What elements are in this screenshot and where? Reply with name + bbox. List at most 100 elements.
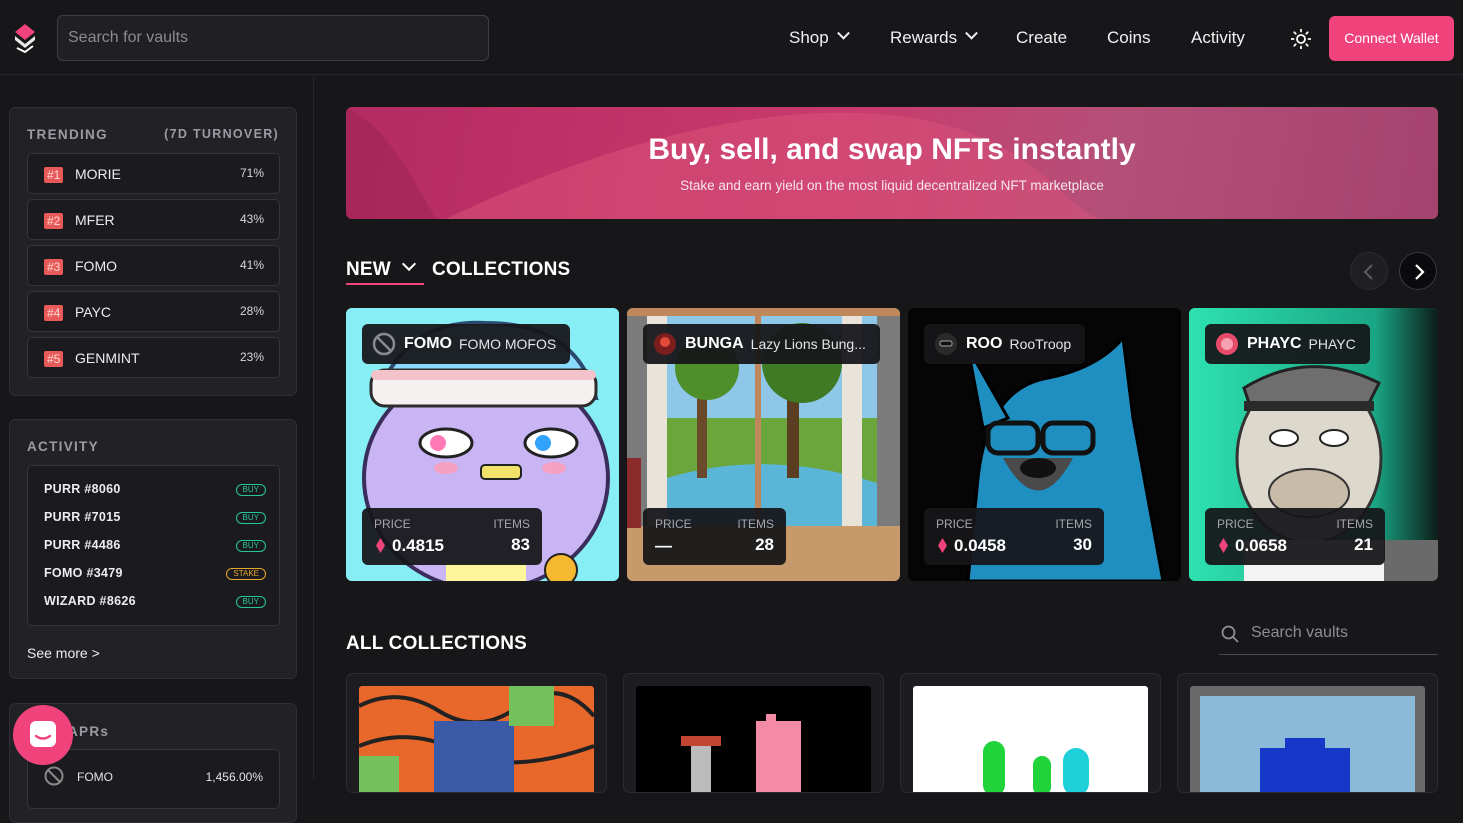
activity-item[interactable]: FOMO #3479 STAKE <box>44 566 266 582</box>
roo-avatar-icon <box>935 333 957 355</box>
collection-pill: BUNGA Lazy Lions Bung... <box>643 324 880 364</box>
price-value: 0.4815 <box>392 536 444 555</box>
collection-symbol: FOMO <box>404 335 452 352</box>
items-value: 28 <box>755 535 774 554</box>
trending-item-pct: 71% <box>239 166 264 180</box>
aprs-title: APRs <box>68 724 110 739</box>
fomo-avatar-icon <box>372 332 396 356</box>
hero-banner: Buy, sell, and swap NFTs instantly Stake… <box>346 107 1438 219</box>
activity-item-name: WIZARD #8626 <box>44 594 136 608</box>
all-collections-title: ALL COLLECTIONS <box>346 633 528 654</box>
top-header: Search for vaults Shop Rewards Create Co… <box>0 0 1463 75</box>
rank-badge: #2 <box>44 213 64 229</box>
nav-create[interactable]: Create <box>1016 0 1067 75</box>
activity-item-name: PURR #7015 <box>44 510 121 524</box>
collection-thumbnail <box>359 686 594 792</box>
nav-coins[interactable]: Coins <box>1107 0 1150 75</box>
trending-item[interactable]: #2 MFER 43% <box>27 199 280 240</box>
rank-badge: #4 <box>44 305 64 321</box>
collection-pill: PHAYC PHAYC <box>1205 324 1370 364</box>
activity-list: PURR #8060 BUY PURR #7015 BUY PURR #4486… <box>27 465 280 626</box>
activity-item[interactable]: PURR #7015 BUY <box>44 510 266 526</box>
activity-item[interactable]: WIZARD #8626 BUY <box>44 594 266 610</box>
price-label: PRICE <box>936 517 973 531</box>
collection-stats: PRICE ITEMS — 28 <box>643 508 786 565</box>
trending-item-name: MFER <box>75 212 115 228</box>
activity-title: ACTIVITY <box>27 439 99 454</box>
collection-card[interactable]: BUNGA Lazy Lions Bung... PRICE ITEMS — 2… <box>627 308 900 581</box>
search-icon <box>1221 625 1239 643</box>
carousel-prev-button[interactable] <box>1350 252 1388 290</box>
activity-item[interactable]: PURR #8060 BUY <box>44 482 266 498</box>
nav-rewards-label: Rewards <box>890 27 958 47</box>
collection-name: PHAYC <box>1308 336 1356 352</box>
chat-icon <box>30 721 56 747</box>
collection-symbol: ROO <box>966 335 1003 352</box>
phayc-avatar-icon <box>1216 333 1238 355</box>
fomo-avatar-icon <box>44 766 64 786</box>
collection-tile[interactable] <box>346 673 607 793</box>
collection-stats: PRICE ITEMS 0.0658 21 <box>1205 508 1385 565</box>
trending-item-pct: 43% <box>239 212 264 226</box>
new-filter-dropdown[interactable]: NEW <box>346 259 391 281</box>
connect-wallet-button[interactable]: Connect Wallet <box>1329 16 1454 61</box>
collection-tile[interactable] <box>623 673 884 793</box>
items-label: ITEMS <box>493 517 530 531</box>
logo-icon[interactable] <box>11 22 39 54</box>
collection-stats: PRICE ITEMS 0.4815 83 <box>362 508 542 565</box>
trending-item[interactable]: #1 MORIE 71% <box>27 153 280 194</box>
nav-shop-label: Shop <box>789 27 829 47</box>
price-label: PRICE <box>374 517 411 531</box>
trending-title: TRENDING <box>27 127 108 142</box>
trending-item-pct: 23% <box>239 350 264 364</box>
collection-tile[interactable] <box>1177 673 1438 793</box>
carousel-next-button[interactable] <box>1399 252 1437 290</box>
items-label: ITEMS <box>737 517 774 531</box>
sun-icon[interactable] <box>1291 29 1311 49</box>
collections-title: COLLECTIONS <box>432 259 571 280</box>
price-label: PRICE <box>1217 517 1254 531</box>
chevron-right-icon <box>1415 264 1425 280</box>
filter-underline <box>346 283 424 285</box>
rank-badge: #5 <box>44 351 64 367</box>
buy-badge: BUY <box>235 484 266 496</box>
trending-item-name: MORIE <box>75 166 121 182</box>
trending-item[interactable]: #5 GENMINT 23% <box>27 337 280 378</box>
collection-symbol: BUNGA <box>685 335 744 352</box>
vault-search-input[interactable]: Search for vaults <box>57 15 489 61</box>
activity-item[interactable]: PURR #4486 BUY <box>44 538 266 554</box>
collection-card[interactable]: PHAYC PHAYC PRICE ITEMS 0.0658 21 <box>1189 308 1438 581</box>
trending-item-name: FOMO <box>75 258 117 274</box>
collection-pill: ROO RooTroop <box>924 324 1086 364</box>
collection-card[interactable]: ROO RooTroop PRICE ITEMS 0.0458 30 <box>908 308 1181 581</box>
see-more-link[interactable]: See more > <box>27 645 100 661</box>
activity-item-name: PURR #8060 <box>44 482 121 496</box>
nav-rewards[interactable]: Rewards <box>890 0 978 75</box>
price-value: 0.0658 <box>1235 536 1287 555</box>
trending-subtitle: (7D TURNOVER) <box>164 127 279 141</box>
nav-activity[interactable]: Activity <box>1191 0 1245 75</box>
items-label: ITEMS <box>1336 517 1373 531</box>
price-value: 0.0458 <box>954 536 1006 555</box>
collection-tile[interactable] <box>900 673 1161 793</box>
banner-subtitle: Stake and earn yield on the most liquid … <box>680 178 1104 193</box>
trending-item[interactable]: #3 FOMO 41% <box>27 245 280 286</box>
rank-badge: #3 <box>44 259 64 275</box>
rank-badge: #1 <box>44 167 64 183</box>
items-label: ITEMS <box>1055 517 1092 531</box>
trending-item[interactable]: #4 PAYC 28% <box>27 291 280 332</box>
nav-shop[interactable]: Shop <box>789 0 850 75</box>
collections-search-input[interactable]: Search vaults <box>1219 614 1438 655</box>
buy-badge: BUY <box>235 596 266 608</box>
chat-launcher-button[interactable] <box>13 705 73 765</box>
banner-title: Buy, sell, and swap NFTs instantly <box>648 133 1136 166</box>
chevron-down-icon[interactable] <box>401 256 417 272</box>
collection-card[interactable]: FOMO FOMO MOFOS PRICE ITEMS 0.4815 83 <box>346 308 619 581</box>
collection-name: Lazy Lions Bung... <box>750 336 866 352</box>
chevron-down-icon <box>836 26 850 40</box>
collection-name: FOMO MOFOS <box>459 336 557 352</box>
collection-pill: FOMO FOMO MOFOS <box>362 324 571 364</box>
search-placeholder: Search vaults <box>1251 624 1348 641</box>
apr-item-value: 1,456.00% <box>205 770 263 784</box>
items-value: 83 <box>511 535 530 554</box>
